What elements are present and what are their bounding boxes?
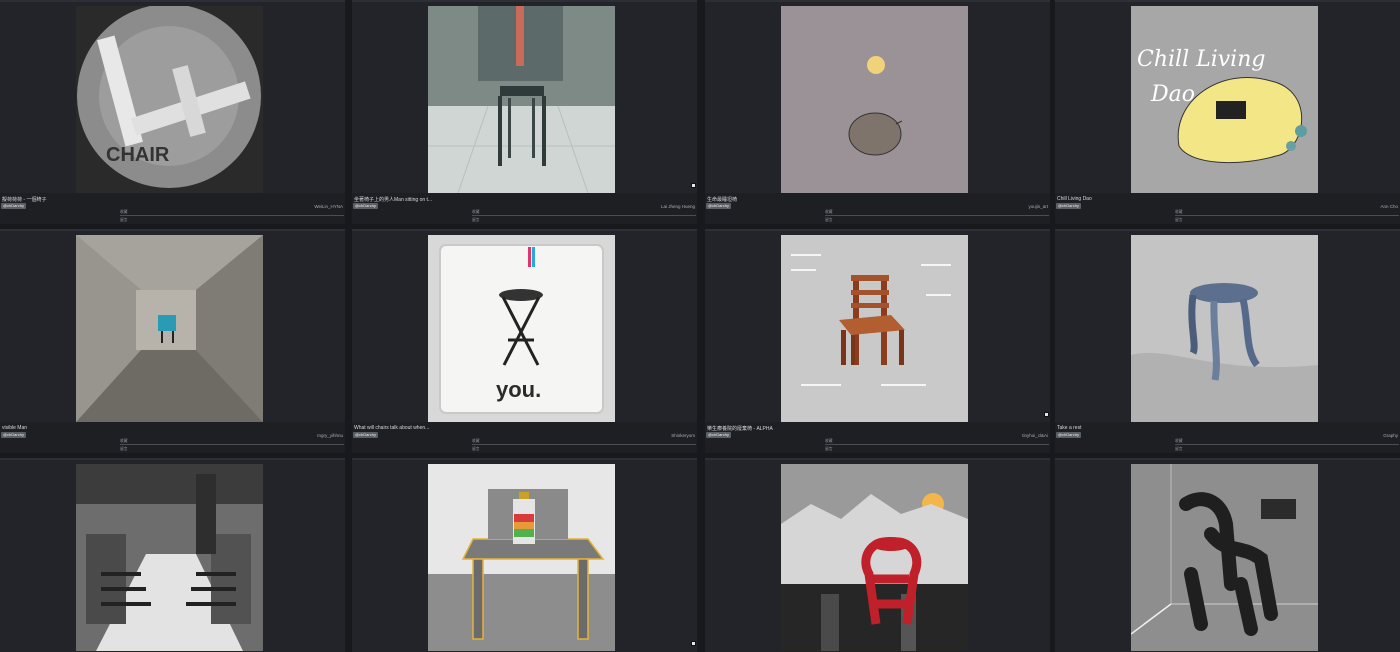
collect-field[interactable]: 收藏: [825, 210, 1049, 216]
artwork-thumbnail[interactable]: [428, 464, 615, 651]
artwork-thumbnail[interactable]: [1131, 464, 1318, 651]
collect-field[interactable]: 收藏: [472, 439, 696, 445]
category-tag[interactable]: @chDarchy: [1, 432, 26, 438]
video-icon: [691, 641, 696, 646]
artist-name[interactable]: youjin_art: [1028, 204, 1048, 209]
comment-field[interactable]: 留言: [120, 447, 344, 453]
category-tag[interactable]: @chDarchy: [353, 432, 378, 438]
artwork-thumbnail[interactable]: [781, 464, 968, 651]
category-tag[interactable]: @chDarchy: [706, 432, 731, 438]
artwork-card[interactable]: Chill Living Dao Chill Living Dao @chDar…: [1055, 0, 1400, 224]
category-tag[interactable]: @chDarchy: [1, 203, 26, 209]
comment-field[interactable]: 留言: [1175, 447, 1399, 453]
collect-field[interactable]: 收藏: [120, 210, 344, 216]
artwork-title[interactable]: Take a rest: [1057, 425, 1081, 431]
card-meta: 生命最睡坦椅 @chDarchy youjin_art 收藏 留言: [705, 193, 1050, 224]
artwork-title[interactable]: 坐著椅子上的男人Man sitting on t...: [354, 196, 432, 203]
artwork-title[interactable]: visible Man: [2, 425, 27, 431]
artist-name[interactable]: Graphy: [1383, 433, 1398, 438]
comment-field[interactable]: 留言: [120, 218, 344, 224]
artwork-card[interactable]: Take a rest @chDarchy Graphy 收藏 留言: [1055, 229, 1400, 453]
artwork-thumbnail[interactable]: Chill Living Dao: [1131, 6, 1318, 193]
card-divider: [705, 229, 1050, 231]
svg-text:CHAIR: CHAIR: [106, 144, 170, 166]
artwork-thumbnail[interactable]: [76, 464, 263, 651]
card-divider: [1055, 458, 1400, 460]
card-meta: 坐著椅子上的男人Man sitting on t... @chDarchy La…: [352, 193, 697, 224]
artwork-title[interactable]: What will chairs talk about when...: [354, 425, 429, 431]
artwork-card[interactable]: you. What will chairs talk about when...…: [352, 229, 697, 453]
artwork-thumbnail[interactable]: [428, 6, 615, 193]
artwork-title[interactable]: Chill Living Dao: [1057, 196, 1092, 202]
card-meta: What will chairs talk about when... @chD…: [352, 422, 697, 453]
artwork-thumbnail[interactable]: [1131, 235, 1318, 422]
card-divider: [1055, 229, 1400, 231]
artwork-handwritten-subtitle: Dao: [1150, 82, 1195, 107]
card-meta: visible Man @chDarchy Ingry_yihhnu 收藏 留言: [0, 422, 345, 453]
video-icon: [691, 183, 696, 188]
artwork-title[interactable]: 樂生療養院的廢棄椅 - ALPHA: [707, 425, 773, 432]
category-tag[interactable]: @chDarchy: [1056, 432, 1081, 438]
card-divider: [352, 229, 697, 231]
card-divider: [705, 0, 1050, 2]
card-divider: [705, 458, 1050, 460]
category-tag[interactable]: @chDarchy: [353, 203, 378, 209]
comment-field[interactable]: 留言: [825, 218, 1049, 224]
artwork-card[interactable]: 生命最睡坦椅 @chDarchy youjin_art 收藏 留言: [705, 0, 1050, 224]
collect-field[interactable]: 收藏: [1175, 439, 1399, 445]
collect-field[interactable]: 收藏: [472, 210, 696, 216]
card-divider: [352, 458, 697, 460]
card-meta: 擬荷荷荷 - 一個椅子 @chDarchy WeiLin_HYNA 收藏 留言: [0, 193, 345, 224]
collect-field[interactable]: 收藏: [120, 439, 344, 445]
artwork-thumbnail[interactable]: [781, 235, 968, 422]
comment-field[interactable]: 留言: [472, 218, 696, 224]
artist-name[interactable]: tinyhoi_cl&Ai: [1022, 433, 1048, 438]
card-meta: 樂生療養院的廢棄椅 - ALPHA @chDarchy tinyhoi_cl&A…: [705, 422, 1050, 453]
card-divider: [1055, 0, 1400, 2]
artist-name[interactable]: Shinkeryom: [671, 433, 695, 438]
artwork-card[interactable]: [1055, 458, 1400, 652]
artwork-card[interactable]: 樂生療養院的廢棄椅 - ALPHA @chDarchy tinyhoi_cl&A…: [705, 229, 1050, 453]
artwork-card[interactable]: [0, 458, 345, 652]
category-tag[interactable]: @chDarchy: [1056, 203, 1081, 209]
artwork-title[interactable]: 擬荷荷荷 - 一個椅子: [2, 196, 46, 203]
artist-name[interactable]: Lai Jheng Hueng: [661, 204, 695, 209]
artwork-card[interactable]: [705, 458, 1050, 652]
comment-field[interactable]: 留言: [1175, 218, 1399, 224]
artist-name[interactable]: Ann Cho: [1380, 204, 1398, 209]
card-meta: Take a rest @chDarchy Graphy 收藏 留言: [1055, 422, 1400, 453]
collect-field[interactable]: 收藏: [1175, 210, 1399, 216]
artwork-thumbnail[interactable]: [76, 235, 263, 422]
artwork-thumbnail[interactable]: you.: [428, 235, 615, 422]
category-tag[interactable]: @chDarchy: [706, 203, 731, 209]
artwork-caption: you.: [496, 377, 541, 402]
card-divider: [0, 458, 345, 460]
artwork-thumbnail[interactable]: [781, 6, 968, 193]
artwork-handwritten-title: Chill Living: [1137, 47, 1265, 72]
card-meta: Chill Living Dao @chDarchy Ann Cho 收藏 留言: [1055, 193, 1400, 224]
artwork-thumbnail[interactable]: CHAIR: [76, 6, 263, 193]
comment-field[interactable]: 留言: [472, 447, 696, 453]
artwork-grid: CHAIR 擬荷荷荷 - 一個椅子 @chDarchy WeiLin_HYNA …: [0, 0, 1400, 652]
video-icon: [1044, 412, 1049, 417]
artwork-card[interactable]: visible Man @chDarchy Ingry_yihhnu 收藏 留言: [0, 229, 345, 453]
artwork-title[interactable]: 生命最睡坦椅: [707, 196, 737, 203]
card-divider: [352, 0, 697, 2]
artwork-card[interactable]: 坐著椅子上的男人Man sitting on t... @chDarchy La…: [352, 0, 697, 224]
artwork-card[interactable]: CHAIR 擬荷荷荷 - 一個椅子 @chDarchy WeiLin_HYNA …: [0, 0, 345, 224]
card-divider: [0, 229, 345, 231]
collect-field[interactable]: 收藏: [825, 439, 1049, 445]
card-divider: [0, 0, 345, 2]
comment-field[interactable]: 留言: [825, 447, 1049, 453]
artist-name[interactable]: WeiLin_HYNA: [314, 204, 343, 209]
artist-name[interactable]: Ingry_yihhnu: [317, 433, 343, 438]
artwork-card[interactable]: [352, 458, 697, 652]
